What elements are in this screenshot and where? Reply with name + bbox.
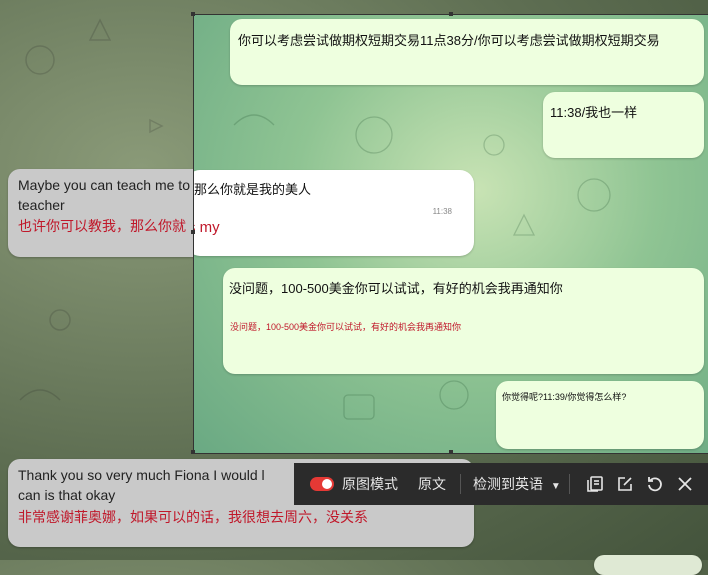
resize-handle[interactable] bbox=[191, 12, 195, 16]
outgoing-message-2: 11:38/我也一样 bbox=[543, 92, 704, 158]
resize-handle[interactable] bbox=[191, 450, 195, 454]
resize-handle[interactable] bbox=[449, 450, 453, 454]
message-translation: 也许你可以教我，那么你就 bbox=[18, 218, 186, 234]
resize-handle[interactable] bbox=[449, 12, 453, 16]
outgoing-message-1: 你可以考虑尝试做期权短期交易11点38分/你可以考虑尝试做期权短期交易 bbox=[230, 19, 704, 85]
edit-icon[interactable] bbox=[612, 471, 638, 497]
detected-language-label: 检测到英语 bbox=[473, 476, 543, 492]
message-text: 你觉得呢?11:39/你觉得怎么样? bbox=[502, 392, 627, 402]
message-time: 11:38 bbox=[432, 207, 452, 216]
message-english-line1: Maybe you can teach me to bbox=[18, 177, 190, 193]
outgoing-message-3: 没问题，100-500美金你可以试试，有好的机会我再通知你 没问题，100-50… bbox=[223, 268, 704, 374]
message-text: 11:38/我也一样 bbox=[550, 105, 638, 120]
detected-language-dropdown[interactable]: 检测到英语 ▼ bbox=[473, 474, 561, 494]
close-icon[interactable] bbox=[672, 471, 698, 497]
message-text: 你可以考虑尝试做期权短期交易11点38分/你可以考虑尝试做期权短期交易 bbox=[238, 33, 660, 48]
translation-toolbar: 原图模式 原文 检测到英语 ▼ bbox=[294, 463, 708, 505]
outgoing-message-4: 你觉得呢?11:39/你觉得怎么样? bbox=[496, 381, 704, 449]
original-image-mode-label[interactable]: 原图模式 bbox=[342, 474, 398, 494]
message-english-line1: Thank you so very much Fiona I would l bbox=[18, 467, 265, 483]
incoming-message-translated: 那么你就是我的美人 11:38 s my bbox=[194, 170, 474, 256]
caret-down-icon: ▼ bbox=[550, 481, 561, 492]
original-text-button[interactable]: 原文 bbox=[418, 474, 446, 494]
toolbar-divider bbox=[460, 474, 461, 494]
translation-overlay[interactable]: 你可以考虑尝试做期权短期交易11点38分/你可以考虑尝试做期权短期交易 11:3… bbox=[193, 14, 708, 454]
copy-icon[interactable] bbox=[582, 471, 608, 497]
original-image-mode-toggle[interactable] bbox=[310, 477, 334, 491]
resize-handle[interactable] bbox=[191, 230, 195, 234]
message-english-line2: teacher bbox=[18, 197, 65, 213]
toolbar-divider bbox=[568, 474, 570, 494]
message-text: 没问题，100-500美金你可以试试，有好的机会我再通知你 bbox=[229, 281, 563, 296]
message-text: 那么你就是我的美人 bbox=[194, 182, 312, 197]
message-english-line2: can is that okay bbox=[18, 487, 116, 503]
partial-message-bubble bbox=[594, 555, 702, 575]
message-translation-fragment: s my bbox=[194, 219, 220, 236]
message-translation: 没问题，100-500美金你可以试试，有好的机会我再通知你 bbox=[230, 322, 462, 332]
message-translation: 非常感谢菲奥娜，如果可以的话，我很想去周六，没关系 bbox=[18, 509, 368, 525]
refresh-icon[interactable] bbox=[642, 471, 668, 497]
